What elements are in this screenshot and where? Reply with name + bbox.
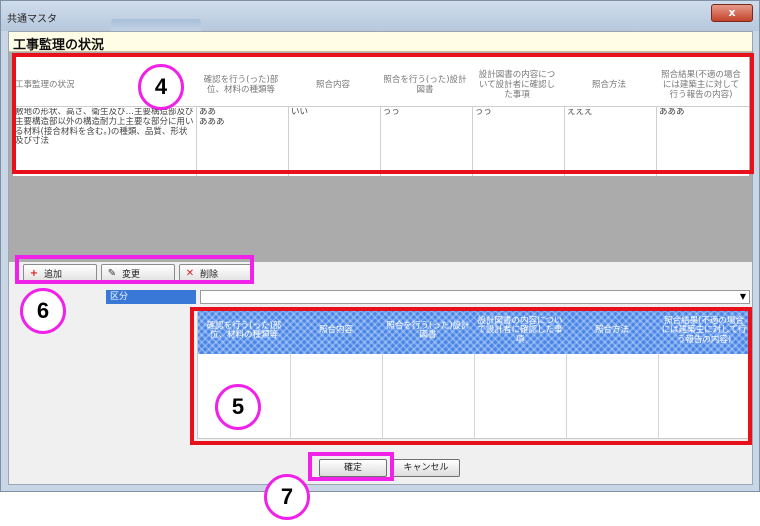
- annotation-marker-5: 5: [215, 384, 261, 430]
- annotation-frame-7: [308, 452, 394, 481]
- chevron-down-icon[interactable]: ▼: [740, 292, 746, 301]
- category-select[interactable]: ▼: [200, 290, 750, 304]
- title-bar: 共通マスタ x: [1, 1, 759, 31]
- annotation-marker-7: 7: [264, 474, 310, 520]
- annotation-frame-5: [190, 307, 752, 445]
- cancel-button[interactable]: キャンセル: [392, 459, 460, 477]
- section-title: 工事監理の状況: [13, 38, 105, 53]
- category-label: 区分: [106, 290, 196, 304]
- section-header: 工事監理の状況: [9, 32, 752, 53]
- close-button[interactable]: x: [711, 4, 753, 22]
- annotation-marker-4: 4: [138, 64, 184, 110]
- annotation-marker-6: 6: [20, 288, 66, 334]
- annotation-frame-6: [15, 255, 254, 284]
- annotation-frame-4: [12, 53, 754, 174]
- title-decoration: [111, 19, 201, 31]
- window-title: 共通マスタ: [7, 14, 57, 25]
